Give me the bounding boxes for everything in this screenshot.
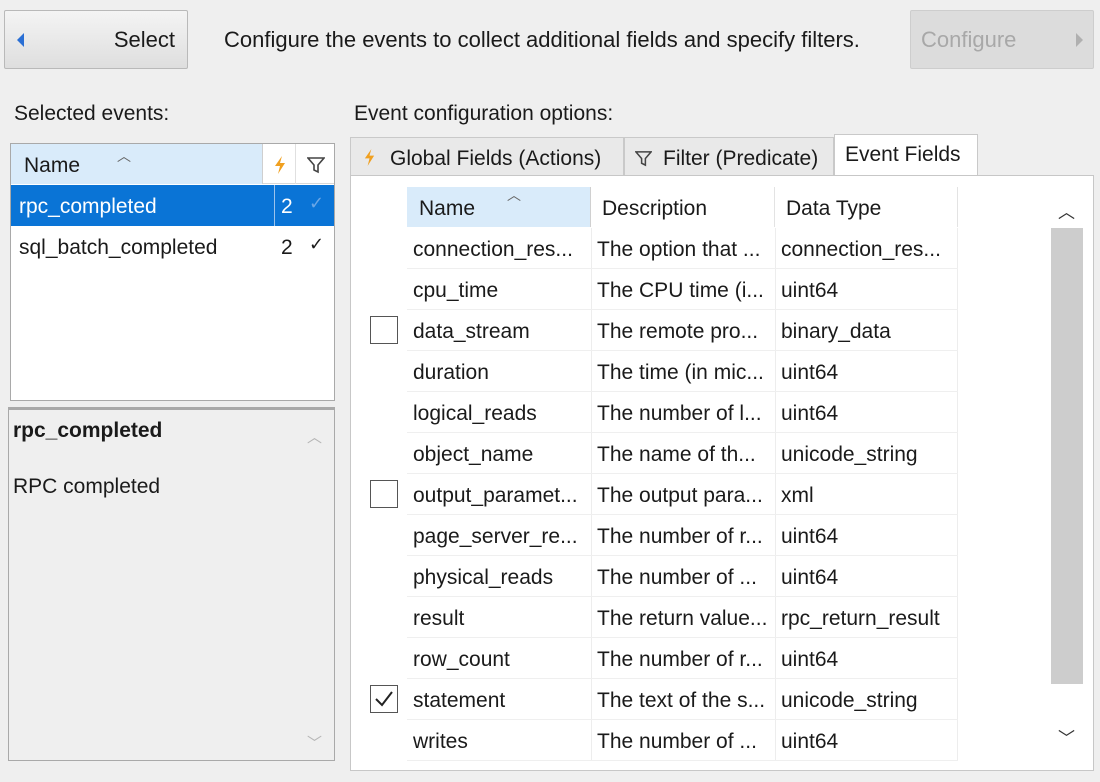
field-description: The number of ... (597, 566, 757, 589)
field-row[interactable]: logical_reads The number of l... uint64 (407, 392, 958, 433)
field-name: row_count (413, 648, 510, 671)
action-count: 2 (281, 195, 293, 218)
field-row[interactable]: duration The time (in mic... uint64 (407, 351, 958, 392)
events-column-name[interactable]: Name ︿ (11, 144, 263, 184)
select-button-label: Select (113, 27, 175, 52)
field-data-type: rpc_return_result (781, 607, 940, 630)
event-row-rpc-completed[interactable]: rpc_completed 2 ✓ (11, 185, 334, 226)
field-name: connection_res... (413, 238, 573, 261)
field-data-type: uint64 (781, 566, 839, 589)
field-description: The text of the s... (597, 689, 766, 712)
lightning-icon (275, 156, 285, 174)
field-description: The time (in mic... (597, 361, 764, 384)
back-arrow-icon (17, 33, 24, 47)
selected-events-list[interactable]: Name ︿ rpc_completed 2 ✓ sql_batch_compl… (10, 143, 335, 535)
field-description: The return value... (597, 607, 768, 630)
checkmark-icon (375, 691, 393, 707)
scroll-down-icon[interactable]: ﹀ (1058, 724, 1075, 749)
field-description: The option that ... (597, 238, 761, 261)
events-list-header: Name ︿ (11, 144, 334, 184)
tab-global-fields[interactable]: Global Fields (Actions) (350, 137, 624, 175)
event-description-panel: rpc_completed RPC completed ︿ ﹀ (8, 407, 335, 761)
field-name: cpu_time (413, 279, 499, 302)
field-row[interactable]: cpu_time The CPU time (i... uint64 (407, 269, 958, 310)
field-data-type: uint64 (781, 730, 839, 753)
scrollbar-thumb[interactable] (1051, 228, 1083, 684)
field-description: The number of r... (597, 525, 763, 548)
field-data-type: uint64 (781, 648, 839, 671)
event-fields-grid: Name ︿ Description Data Type connection_… (350, 175, 1094, 771)
field-checkbox[interactable] (370, 316, 398, 344)
filter-check-icon: ✓ (309, 193, 325, 213)
field-name: object_name (413, 443, 534, 466)
field-data-type: uint64 (781, 525, 839, 548)
forward-arrow-icon (1076, 33, 1083, 47)
field-description: The remote pro... (597, 320, 759, 343)
instruction-text: Configure the events to collect addition… (224, 27, 860, 52)
field-name: output_paramet... (413, 484, 578, 507)
action-count: 2 (281, 236, 293, 259)
field-data-type: uint64 (781, 279, 839, 302)
event-description-title: rpc_completed (13, 419, 163, 442)
scroll-up-icon[interactable]: ︿ (1058, 198, 1075, 223)
filter-icon (635, 151, 652, 167)
field-row[interactable]: output_paramet... The output para... xml (407, 474, 958, 515)
field-description: The number of r... (597, 648, 763, 671)
fields-column-data-type[interactable]: Data Type (776, 187, 958, 227)
field-data-type: xml (781, 484, 814, 507)
field-data-type: binary_data (781, 320, 891, 343)
field-checkbox[interactable] (370, 685, 398, 713)
field-row[interactable]: page_server_re... The number of r... uint6… (407, 515, 958, 556)
sort-ascending-icon: ︿ (117, 148, 131, 164)
fields-column-description[interactable]: Description (592, 187, 775, 227)
field-description: The name of th... (597, 443, 756, 466)
field-name: page_server_re... (413, 525, 578, 548)
configure-button[interactable]: Configure (910, 10, 1094, 69)
event-configuration-label: Event configuration options: (354, 102, 614, 125)
field-row[interactable]: result The return value... rpc_return_resu… (407, 597, 958, 638)
configure-button-label: Configure (921, 27, 1017, 52)
field-row[interactable]: writes The number of ... uint64 (407, 720, 958, 761)
field-description: The output para... (597, 484, 763, 507)
events-column-actions[interactable] (263, 144, 296, 184)
field-row[interactable]: row_count The number of r... uint64 (407, 638, 958, 679)
field-row[interactable]: physical_reads The number of ... uint64 (407, 556, 958, 597)
field-description: The CPU time (i... (597, 279, 764, 302)
tab-event-fields[interactable]: Event Fields (834, 134, 978, 176)
field-name: duration (413, 361, 489, 384)
event-description-text: RPC completed (13, 475, 161, 498)
lightning-icon (364, 149, 375, 166)
fields-column-name[interactable]: Name ︿ (407, 187, 591, 227)
field-data-type: connection_res... (781, 238, 941, 261)
events-column-filter[interactable] (296, 144, 334, 184)
scroll-up-icon[interactable]: ︿ (307, 426, 322, 447)
field-row[interactable]: connection_res... The option that ... conn… (407, 228, 958, 269)
field-name: writes (413, 730, 468, 753)
field-data-type: unicode_string (781, 443, 918, 466)
field-description: The number of l... (597, 402, 762, 425)
event-row-sql-batch-completed[interactable]: sql_batch_completed 2 ✓ (11, 226, 334, 267)
select-button[interactable]: Select (4, 10, 188, 69)
field-data-type: uint64 (781, 361, 839, 384)
field-row[interactable]: object_name The name of th... unicode_stri… (407, 433, 958, 474)
scroll-down-icon[interactable]: ﹀ (307, 732, 322, 753)
field-name: data_stream (413, 320, 530, 343)
sort-ascending-icon: ︿ (507, 187, 521, 203)
tab-filter-predicate[interactable]: Filter (Predicate) (624, 137, 834, 175)
selected-events-label: Selected events: (14, 102, 170, 125)
filter-icon (307, 157, 325, 174)
field-row[interactable]: data_stream The remote pro... binary_data (407, 310, 958, 351)
field-description: The number of ... (597, 730, 757, 753)
filter-check-icon: ✓ (309, 234, 325, 254)
field-name: statement (413, 689, 506, 712)
field-name: logical_reads (413, 402, 537, 425)
field-row[interactable]: statement The text of the s... unicode_str… (407, 679, 958, 720)
field-name: result (413, 607, 465, 630)
field-data-type: unicode_string (781, 689, 918, 712)
field-name: physical_reads (413, 566, 554, 589)
field-checkbox[interactable] (370, 480, 398, 508)
field-data-type: uint64 (781, 402, 839, 425)
fields-vertical-scrollbar[interactable]: ︿ ﹀ (1048, 186, 1086, 752)
